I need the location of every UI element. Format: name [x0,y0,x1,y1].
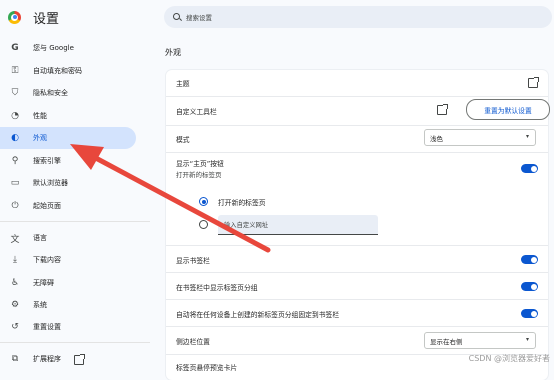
search-icon: ⚲ [11,156,19,166]
search-placeholder: 搜索设置 [186,14,212,22]
sidebar-item-label: 无障碍 [33,279,54,287]
radio-custom-url[interactable] [199,220,208,229]
custom-url-input[interactable]: 输入自定义网址 [218,215,378,235]
tab-groups-label: 在书签栏中显示标签页分组 [176,284,258,292]
chrome-logo-icon [8,10,21,24]
bookmarks-bar-toggle[interactable] [521,255,538,264]
sidebar-item-label: 下载内容 [33,256,61,264]
bookmarks-bar-row: 显示书签栏 [166,246,548,271]
reset-to-default-button[interactable]: 重置为默认设置 [466,99,550,120]
sidebar-item-label: 隐私和安全 [33,89,68,97]
autopin-toggle[interactable] [521,309,538,318]
external-link-icon[interactable] [528,77,539,88]
toolbar-row: 自定义工具栏 重置为默认设置 [166,97,550,122]
browser-icon: ▭ [10,178,20,188]
translate-icon: 文 [10,234,20,245]
mode-label: 模式 [176,136,190,144]
search-icon [173,13,181,21]
external-link-icon [74,354,85,365]
home-button-label: 显示“主页”按钮 [176,160,224,168]
puzzle-icon: ⧉ [11,354,19,364]
page-title: 设置 [33,11,60,27]
bookmarks-bar-label: 显示书签栏 [176,257,210,265]
autopin-row: 自动将在任何设备上创建的新标签页分组固定到书签栏 [166,300,548,325]
chevron-down-icon: ▾ [525,133,529,140]
sidebar-item-label: 外观 [33,134,47,142]
sidebar-item-label: 您与 Google [33,44,74,52]
accessibility-icon: ♿ [10,278,20,288]
sidebar-item-extensions[interactable]: ⧉ 扩展程序 [0,348,136,370]
appearance-card: 主题 自定义工具栏 重置为默认设置 模式 浅色 ▾ 显示“主页”按钮 打开新的标… [166,70,550,380]
sidebar-item-label: 默认浏览器 [33,179,68,187]
sidebar-item-languages[interactable]: 文 语言 [0,227,136,249]
sidebar-divider [0,342,150,343]
palette-icon: ◐ [11,133,19,143]
sidebar-item-search-engine[interactable]: ⚲ 搜索引擎 [0,150,136,172]
sidebar-item-you-and-google[interactable]: G 您与 Google [0,37,136,59]
side-panel-row: 侧边栏位置 显示在右侧 ▾ [166,327,548,353]
sidebar-item-accessibility[interactable]: ♿ 无障碍 [0,272,136,294]
watermark: CSDN @浏览器爱好者 [468,354,550,363]
sidebar-item-label: 语言 [33,234,47,242]
sidebar-item-on-startup[interactable]: ⏻ 起始页面 [0,195,136,217]
hover-card-label: 标签页悬停预览卡片 [176,364,238,372]
mode-row: 模式 浅色 ▾ [166,126,548,150]
sidebar-item-label: 自动填充和密码 [33,67,82,75]
search-input[interactable]: 搜索设置 [164,6,552,28]
sidebar-item-appearance[interactable]: ◐ 外观 [0,127,136,149]
sidebar-divider [0,221,150,222]
radio-newtab-row[interactable]: 打开新的标签页 [166,194,548,208]
reset-icon: ↺ [11,322,19,332]
brand: 设置 [8,6,59,28]
google-icon: G [11,43,19,53]
tab-groups-row: 在书签栏中显示标签页分组 [166,273,548,298]
theme-row[interactable]: 主题 [166,70,548,95]
sidebar-item-label: 性能 [33,112,47,120]
sidebar-item-autofill[interactable]: ⚿ 自动填充和密码 [0,60,136,82]
home-button-row: 显示“主页”按钮 打开新的标签页 [166,153,548,185]
external-link-icon[interactable] [437,104,448,115]
chevron-down-icon: ▾ [525,336,529,343]
sidebar-item-label: 起始页面 [33,202,61,210]
radio-custom-url-row: 输入自定义网址 [166,214,548,236]
sidebar-item-privacy[interactable]: ⛉ 隐私和安全 [0,82,136,104]
customize-toolbar-label: 自定义工具栏 [176,108,217,116]
shield-icon: ⛉ [11,88,19,98]
side-panel-label: 侧边栏位置 [176,338,210,346]
theme-label: 主题 [176,80,190,88]
mode-select[interactable]: 浅色 ▾ [424,129,536,146]
side-panel-value: 显示在右侧 [430,337,463,346]
autopin-label: 自动将在任何设备上创建的新标签页分组固定到书签栏 [176,311,340,319]
power-icon: ⏻ [11,201,19,211]
radio-newtab[interactable] [199,197,208,206]
mode-value: 浅色 [430,134,443,143]
radio-newtab-label: 打开新的标签页 [218,199,266,207]
sidebar-item-default-browser[interactable]: ▭ 默认浏览器 [0,172,136,194]
sidebar-item-label: 搜索引擎 [33,157,61,165]
wrench-icon: ⚙ [10,300,20,310]
sidebar-item-downloads[interactable]: ⤓ 下载内容 [0,249,136,271]
home-button-toggle[interactable] [521,164,538,173]
sidebar-item-reset[interactable]: ↺ 重置设置 [0,316,136,338]
key-icon: ⚿ [11,66,19,76]
sidebar-item-performance[interactable]: ◔ 性能 [0,105,136,127]
home-button-sublabel: 打开新的标签页 [176,171,222,179]
side-panel-select[interactable]: 显示在右侧 ▾ [424,332,536,349]
download-icon: ⤓ [13,255,17,265]
sidebar-item-label: 重置设置 [33,323,61,331]
sidebar: 设置 G 您与 Google ⚿ 自动填充和密码 ⛉ 隐私和安全 ◔ 性能 ◐ … [0,0,150,369]
sidebar-item-label: 系统 [33,301,47,309]
tab-groups-toggle[interactable] [521,282,538,291]
sidebar-item-label: 扩展程序 [33,355,61,363]
sidebar-item-system[interactable]: ⚙ 系统 [0,294,136,316]
section-title: 外观 [165,48,181,57]
speedometer-icon: ◔ [11,111,19,121]
custom-url-placeholder: 输入自定义网址 [224,222,269,229]
